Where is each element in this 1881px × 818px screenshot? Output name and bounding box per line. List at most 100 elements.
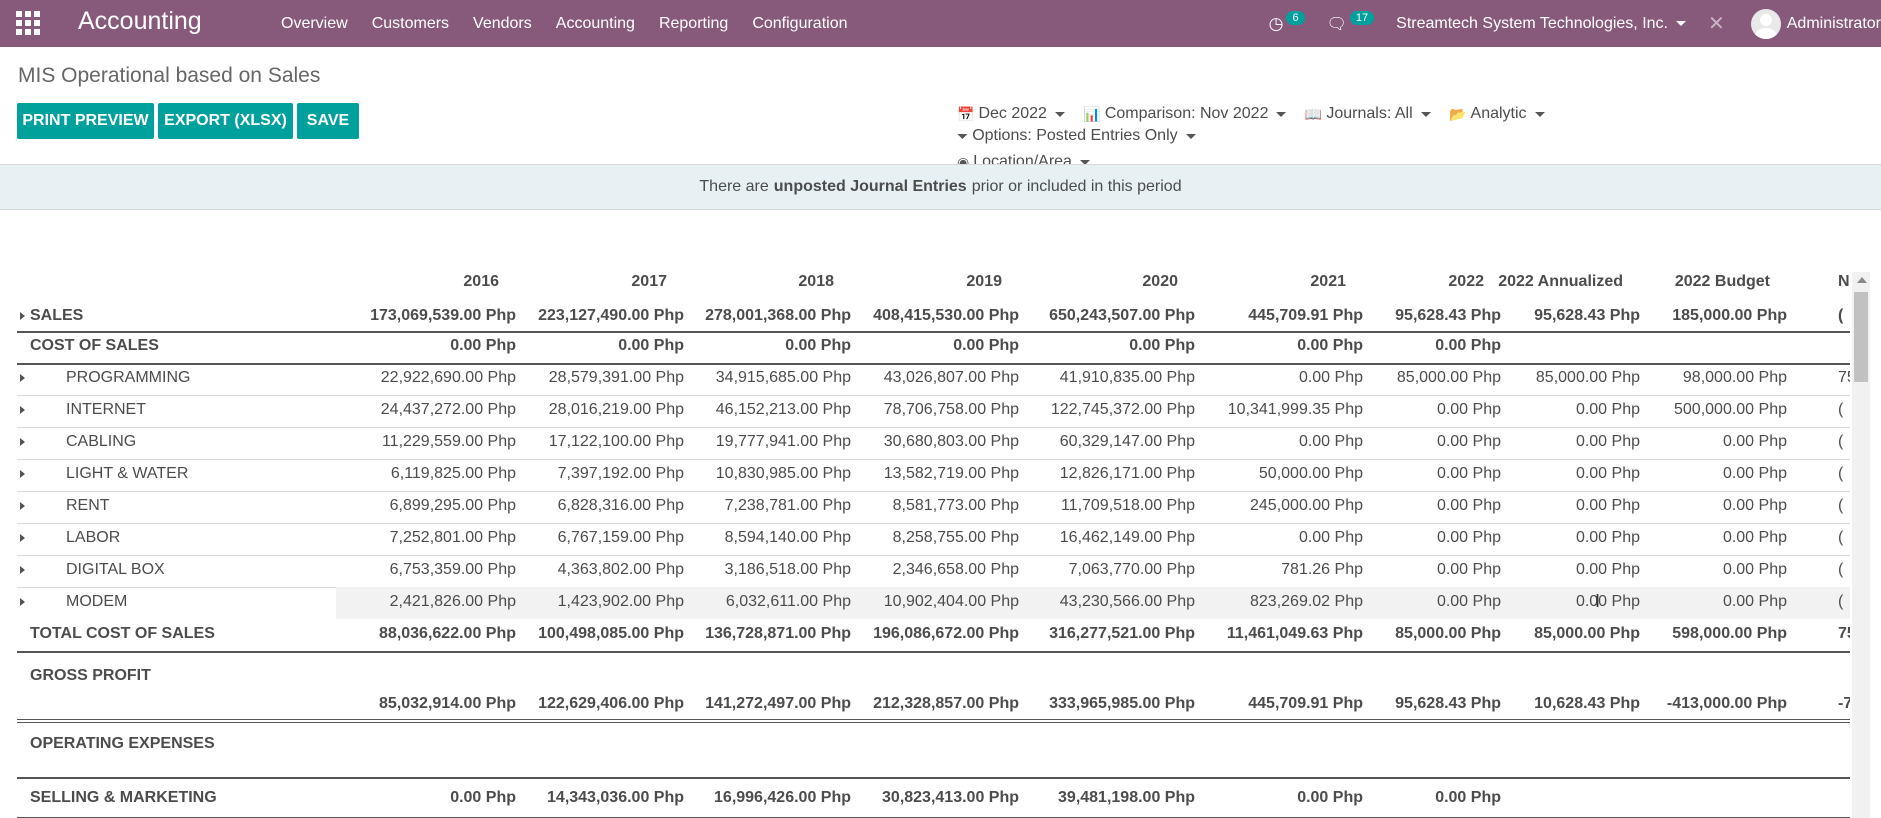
menu-overview[interactable]: Overview [281, 15, 348, 33]
chevron-down-icon [1675, 21, 1686, 26]
menu-configuration[interactable]: Configuration [752, 15, 847, 33]
report-row[interactable]: SALES 173,069,539.00 Php 223,127,490.00 Ph… [17, 301, 1850, 331]
cell-value: 100,498,085.00 Php [538, 625, 684, 642]
row-label: MODEM [66, 593, 128, 610]
cell-value: 0.00 Php [1436, 561, 1501, 578]
scroll-up-icon[interactable] [1857, 277, 1867, 283]
activity-count: 6 [1286, 10, 1305, 25]
column-header: 2018 [798, 273, 834, 290]
app-brand[interactable]: Accounting [78, 7, 202, 36]
cell-value: 0.00 Php [1298, 529, 1363, 546]
cell-value: 6,899,295.00 Php [389, 497, 516, 514]
vertical-scrollbar[interactable] [1852, 272, 1870, 818]
caret-right-icon[interactable] [20, 502, 25, 510]
bar-chart-icon: 📊 [1083, 105, 1101, 122]
caret-right-icon[interactable] [20, 438, 25, 446]
cell-value: 333,965,985.00 Php [1049, 695, 1195, 712]
caret-right-icon[interactable] [20, 406, 25, 414]
cell-value: 43,230,566.00 Php [1059, 593, 1195, 610]
save-button[interactable]: SAVE [297, 103, 359, 139]
caret-right-icon[interactable] [20, 534, 25, 542]
cell-value: 10,830,985.00 Php [715, 465, 851, 482]
journals-filter[interactable]: 📖 Journals: All [1305, 103, 1431, 125]
options-filter[interactable]: ⏷ Options: Posted Entries Only [957, 125, 1196, 147]
analytic-filter[interactable]: 📂 Analytic [1449, 103, 1545, 125]
report-row[interactable]: MODEM 2,421,826.00 Php 1,423,902.00 Php 6,0… [17, 587, 1850, 619]
cell-value: 823,269.02 Php [1250, 593, 1363, 610]
report-row[interactable]: LIGHT & WATER 6,119,825.00 Php 7,397,192.0… [17, 459, 1850, 491]
cell-value: 85,032,914.00 Php [379, 695, 516, 712]
report-row[interactable]: PROGRAMMING 22,922,690.00 Php 28,579,391.0… [17, 363, 1850, 395]
cell-value: 1,423,902.00 Php [557, 593, 684, 610]
cell-value: 0.00 Php [1722, 593, 1787, 610]
caret-right-icon[interactable] [20, 598, 25, 606]
menu-accounting[interactable]: Accounting [556, 15, 635, 33]
cell-value: 196,086,672.00 Php [873, 625, 1019, 642]
period-filter[interactable]: 📅 Dec 2022 [957, 103, 1065, 125]
cell-value: 95,628.43 Php [1534, 307, 1640, 324]
cell-value: 0.00 Php [1298, 369, 1363, 386]
close-icon[interactable]: ✕ [1708, 11, 1725, 36]
unposted-entries-notice: There are unposted Journal Entries prior… [0, 165, 1881, 209]
cell-value: 7,238,781.00 Php [724, 497, 851, 514]
report-row[interactable]: DIGITAL BOX 6,753,359.00 Php 4,363,802.00 … [17, 555, 1850, 587]
row-label: RENT [66, 497, 110, 514]
user-menu[interactable]: Administrator [1750, 8, 1881, 39]
report-row[interactable]: CABLING 11,229,559.00 Php 17,122,100.00 Ph… [17, 427, 1850, 459]
chevron-down-icon [1534, 111, 1545, 117]
options-label: Options: Posted Entries Only [972, 127, 1178, 144]
report-row: GROSS PROFIT 85,032,914.00 Php 122,629,406… [17, 651, 1850, 719]
cell-value: 0.00 Php [1722, 561, 1787, 578]
cell-value: 43,026,807.00 Php [883, 369, 1019, 386]
menu-customers[interactable]: Customers [372, 15, 449, 33]
cell-value: 598,000.00 Php [1672, 625, 1787, 642]
caret-right-icon[interactable] [20, 470, 25, 478]
row-divider [17, 777, 1850, 779]
row-label: LIGHT & WATER [66, 465, 189, 482]
caret-right-icon[interactable] [20, 312, 25, 320]
cell-value: 85,000.00 Php [1396, 369, 1501, 386]
cell-value: 85,000.00 Php [1534, 625, 1640, 642]
row-label: PROGRAMMING [66, 369, 191, 386]
divider [0, 209, 1881, 210]
cell-value: 0.00 Php [1436, 497, 1501, 514]
cell-value: 0.00 Php [1575, 529, 1640, 546]
cell-value: 41,910,835.00 Php [1059, 369, 1195, 386]
notice-strong: unposted Journal Entries [773, 178, 967, 195]
activity-button[interactable]: ◷ 6 [1269, 10, 1305, 34]
comparison-filter[interactable]: 📊 Comparison: Nov 2022 [1083, 103, 1287, 125]
cell-value: ( [1838, 561, 1844, 578]
company-switcher[interactable]: Streamtech System Technologies, Inc. [1396, 15, 1686, 33]
chevron-down-icon [1185, 133, 1196, 139]
row-label: DIGITAL BOX [66, 561, 165, 578]
caret-right-icon[interactable] [20, 566, 25, 574]
messages-button[interactable]: 🗨 17 [1326, 10, 1375, 34]
export-xlsx-button[interactable]: EXPORT (XLSX) [158, 103, 293, 139]
cell-value: 0.00 Php [1298, 433, 1363, 450]
report-row[interactable]: INTERNET 24,437,272.00 Php 28,016,219.00 P… [17, 395, 1850, 427]
cell-value: ( [1838, 307, 1844, 324]
cell-value: 0.00 Php [1722, 529, 1787, 546]
column-header: 2017 [631, 273, 667, 290]
column-header: 2020 [1142, 273, 1178, 290]
folder-open-icon: 📂 [1449, 105, 1467, 122]
report-row: TOTAL COST OF SALES 88,036,622.00 Php 100,… [17, 619, 1850, 651]
menu-reporting[interactable]: Reporting [659, 15, 728, 33]
user-name: Administrator [1786, 14, 1881, 32]
report-row[interactable]: LABOR 7,252,801.00 Php 6,767,159.00 Php 8,5… [17, 523, 1850, 555]
print-preview-button[interactable]: PRINT PREVIEW [17, 103, 154, 139]
column-header: 2016 [463, 273, 499, 290]
scroll-thumb[interactable] [1854, 292, 1868, 382]
cell-value: 0.00 Php [1436, 401, 1501, 418]
cell-value: 8,581,773.00 Php [892, 497, 1019, 514]
cell-value: 7,397,192.00 Php [557, 465, 684, 482]
caret-right-icon[interactable] [20, 374, 25, 382]
cell-value: 141,272,497.00 Php [705, 695, 851, 712]
cell-value: 75,00( [1838, 625, 1850, 642]
menu-vendors[interactable]: Vendors [473, 15, 532, 33]
column-header: 2021 [1310, 273, 1346, 290]
report-row[interactable]: RENT 6,899,295.00 Php 6,828,316.00 Php 7,23… [17, 491, 1850, 523]
apps-menu-icon[interactable] [16, 11, 40, 35]
chat-icon: 🗨 [1326, 15, 1347, 33]
cell-value: 50,000.00 Php [1258, 465, 1363, 482]
